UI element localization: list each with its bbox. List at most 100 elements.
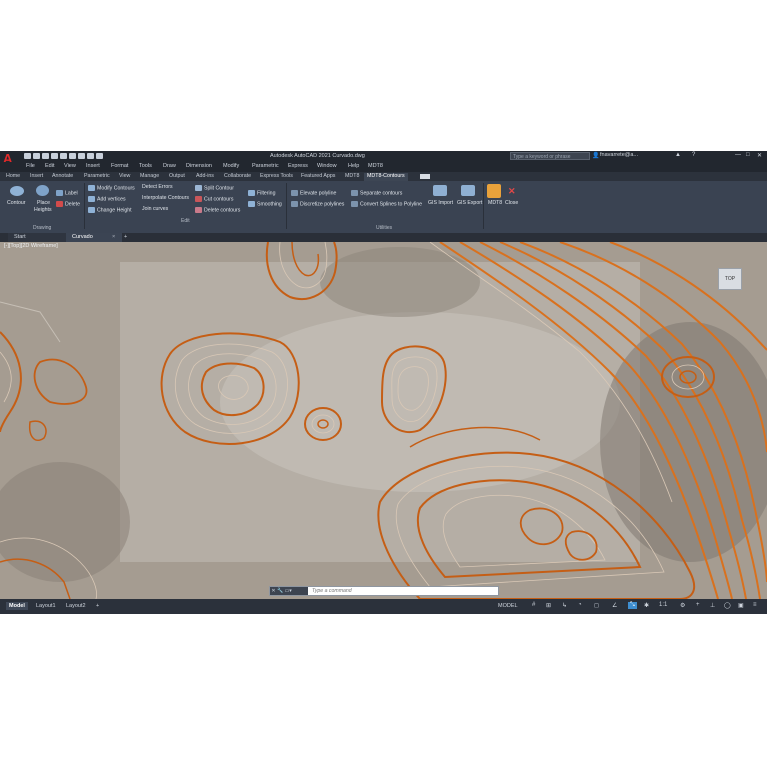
close-ribbon-button[interactable]: Close [505,200,518,206]
menu-dimension[interactable]: Dimension [186,163,212,169]
command-input[interactable]: Type a command [312,588,352,594]
command-line[interactable]: ✕ 🔧 ▭▾ Type a command [269,586,499,596]
tab-add-ins[interactable]: Add-ins [196,173,214,179]
tab-featured-apps[interactable]: Featured Apps [301,173,335,179]
menu-modify[interactable]: Modify [223,163,239,169]
save-icon[interactable] [42,153,49,159]
help-icon[interactable]: ? [692,152,695,158]
web-icon[interactable] [60,153,67,159]
tab-parametric[interactable]: Parametric [84,173,110,179]
minimize-button[interactable]: — [735,152,741,158]
tab-model[interactable]: Model [6,602,28,610]
annotation-visibility-icon[interactable]: ✱ [644,602,649,609]
menu-file[interactable]: File [26,163,35,169]
units-icon[interactable]: ⊥ [710,602,715,609]
discretize-polylines-button[interactable]: Discretize polylines [291,201,344,207]
delete-contours-button[interactable]: Delete contours [195,207,240,213]
place-heights-icon[interactable] [36,185,49,196]
cart-icon[interactable]: ▲ [675,152,681,158]
label-button[interactable]: Label [56,190,78,196]
tab-mdt8[interactable]: MDT8 [345,173,359,179]
maximize-button[interactable]: □ [746,152,750,158]
tab-layout2[interactable]: Layout2 [63,602,89,610]
change-height-button[interactable]: Change Height [88,207,132,213]
new-tab-button[interactable]: + [124,233,134,242]
customize-icon[interactable]: ≡ [753,602,757,608]
tab-manage[interactable]: Manage [140,173,159,179]
modify-contours-button[interactable]: Modify Contours [88,185,135,191]
tab-collaborate[interactable]: Collaborate [224,173,251,179]
tab-home[interactable]: Home [6,173,20,179]
mdt8-icon[interactable] [487,184,501,198]
redo-icon[interactable] [96,153,103,159]
plus-icon[interactable]: + [696,602,700,608]
search-input[interactable]: Type a keyword or phrase [510,152,590,160]
gis-export-icon[interactable] [461,185,475,196]
grid-icon[interactable]: # [532,602,535,608]
tab-start[interactable]: Start [8,233,66,242]
join-curves-button[interactable]: Join curves [142,206,168,212]
menu-format[interactable]: Format [111,163,128,169]
tab-options-icon[interactable] [420,174,430,179]
new-icon[interactable] [24,153,31,159]
elevate-polyline-button[interactable]: Elevate polyline [291,190,336,196]
workspace-gear-icon[interactable]: ⚙ [680,602,685,609]
menu-help[interactable]: Help [348,163,359,169]
menu-window[interactable]: Window [317,163,337,169]
tab-express-tools[interactable]: Express Tools [260,173,293,179]
model-space-button[interactable]: MODEL [495,602,521,610]
ortho-icon[interactable]: ↳ [562,602,567,609]
smoothing-button[interactable]: Smoothing [248,201,282,207]
user-name[interactable]: fnavarrete@a... [600,152,638,158]
tab-output[interactable]: Output [169,173,185,179]
tab-insert[interactable]: Insert [30,173,43,179]
delete-button[interactable]: Delete [56,201,80,207]
tab-annotate[interactable]: Annotate [52,173,73,179]
convert-splines-button[interactable]: Convert Splines to Polyline [351,201,422,207]
gis-import-icon[interactable] [433,185,447,196]
separate-contours-button[interactable]: Separate contours [351,190,402,196]
menu-parametric[interactable]: Parametric [252,163,279,169]
detect-errors-button[interactable]: Detect Errors [142,184,173,190]
annotation-icon[interactable]: ⤡ [628,602,637,609]
place-heights-label-2[interactable]: Heights [34,207,52,213]
osnap-tracking-icon[interactable]: ∠ [612,602,617,609]
add-vertices-button[interactable]: Add vertices [88,196,126,202]
tab-mdt8-contours[interactable]: MDT8-Contours [364,173,408,181]
menu-insert[interactable]: Insert [86,163,100,169]
user-icon[interactable]: 👤 [592,152,599,159]
snap-icon[interactable]: ⊞ [546,602,551,609]
print-icon[interactable] [78,153,85,159]
scale-label[interactable]: 1:1 [659,602,667,608]
undo-icon[interactable] [87,153,94,159]
save-as-icon[interactable] [51,153,58,159]
viewport-label[interactable]: [-][Top][2D Wireframe] [4,243,58,249]
upload-icon[interactable] [69,153,76,159]
menu-tools[interactable]: Tools [139,163,152,169]
place-heights-label-1[interactable]: Place [37,200,50,206]
drawing-canvas[interactable]: [-][Top][2D Wireframe] TOP ✕ 🔧 ▭▾ Type a… [0,242,767,599]
menu-edit[interactable]: Edit [45,163,54,169]
close-button[interactable]: ✕ [757,152,762,159]
add-layout-button[interactable]: + [93,602,102,610]
polar-icon[interactable]: ◔ [578,602,582,608]
close-icon[interactable]: ✕ [508,186,516,197]
mdt8-button[interactable]: MDT8 [488,200,502,206]
open-icon[interactable] [33,153,40,159]
contour-button[interactable]: Contour [7,200,25,206]
fullscreen-icon[interactable]: ▣ [738,602,744,609]
osnap-icon[interactable]: ◻ [594,602,599,609]
viewcube[interactable]: TOP [718,268,742,290]
contour-icon[interactable] [10,186,24,196]
filtering-button[interactable]: Filtering [248,190,275,196]
menu-express[interactable]: Express [288,163,308,169]
gis-export-button[interactable]: GIS Export [457,200,482,206]
tab-layout1[interactable]: Layout1 [33,602,59,610]
command-line-tools[interactable]: ✕ 🔧 ▭▾ [270,587,308,595]
cut-contours-button[interactable]: Cut contours [195,196,233,202]
menu-mdt8[interactable]: MDT8 [368,163,383,169]
split-contour-button[interactable]: Split Contour [195,185,234,191]
tab-close-icon[interactable]: × [112,233,122,242]
interpolate-contours-button[interactable]: Interpolate Contours [142,195,189,201]
menu-draw[interactable]: Draw [163,163,176,169]
